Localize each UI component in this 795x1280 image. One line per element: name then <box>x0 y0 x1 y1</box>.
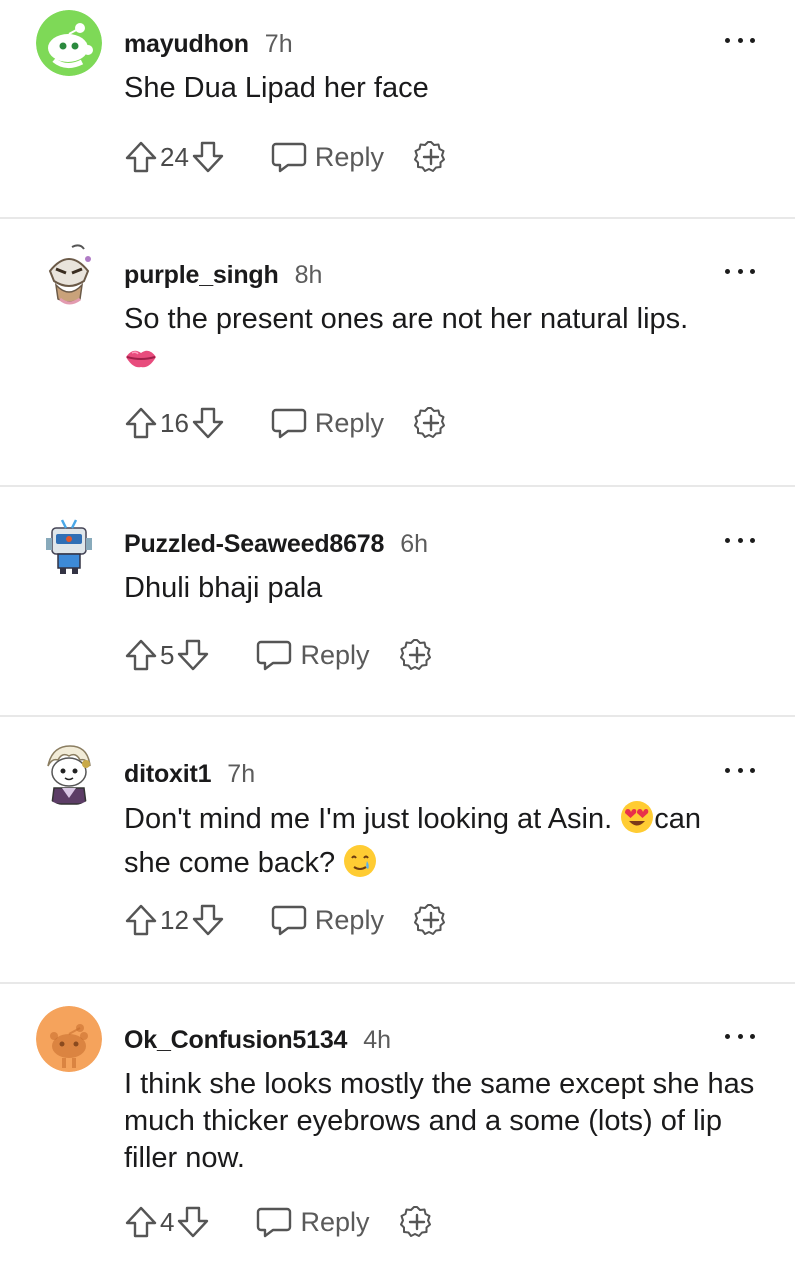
comment-meta: Ok_Confusion5134 4h <box>124 1026 391 1055</box>
more-options-button[interactable] <box>725 1026 755 1046</box>
award-plus-icon[interactable] <box>414 903 448 937</box>
arrow-up-icon[interactable] <box>124 903 158 937</box>
speech-bubble-icon <box>256 638 292 672</box>
more-options-button[interactable] <box>725 261 755 281</box>
avatar[interactable] <box>36 740 102 806</box>
reply-label: Reply <box>314 141 384 172</box>
comment-text: Dhuli bhaji pala <box>124 572 323 604</box>
timestamp: 7h <box>264 30 293 58</box>
award-plus-icon[interactable] <box>400 638 434 672</box>
more-options-button[interactable] <box>725 760 755 780</box>
divider <box>0 982 795 984</box>
vote-score: 16 <box>160 407 189 438</box>
username[interactable]: Ok_Confusion5134 <box>124 1026 347 1055</box>
lips-emoji-icon <box>124 344 158 381</box>
vote-score: 24 <box>160 141 189 172</box>
comment-meta: Puzzled-Seaweed8678 6h <box>124 530 428 559</box>
avatar[interactable] <box>36 241 102 307</box>
speech-bubble-icon <box>256 1205 292 1239</box>
divider <box>0 485 795 487</box>
award-plus-icon[interactable] <box>414 140 448 174</box>
divider <box>0 217 795 219</box>
reply-label: Reply <box>300 639 370 670</box>
comment-meta: purple_singh 8h <box>124 261 322 290</box>
divider <box>0 715 795 717</box>
vote-score: 4 <box>160 1206 175 1237</box>
arrow-up-icon[interactable] <box>124 638 158 672</box>
speech-bubble-icon <box>271 903 307 937</box>
avatar[interactable] <box>36 510 102 576</box>
comment-meta: mayudhon 7h <box>124 30 293 59</box>
comment-card: Ok_Confusion5134 4h I think she looks mo… <box>0 996 795 1280</box>
arrow-down-icon[interactable] <box>191 406 225 440</box>
comment-card: purple_singh 8h So the present ones are … <box>0 231 795 486</box>
reply-button[interactable]: Reply <box>256 1205 370 1239</box>
comment-actions: 12 Reply <box>124 900 448 940</box>
reply-label: Reply <box>314 407 384 438</box>
username[interactable]: purple_singh <box>124 261 279 290</box>
comment-card: Puzzled-Seaweed8678 6h Dhuli bhaji pala … <box>0 500 795 715</box>
award-plus-icon[interactable] <box>414 406 448 440</box>
username[interactable]: mayudhon <box>124 30 249 59</box>
speech-bubble-icon <box>271 406 307 440</box>
more-options-button[interactable] <box>725 30 755 50</box>
more-options-button[interactable] <box>725 530 755 550</box>
timestamp: 4h <box>363 1026 392 1054</box>
comment-text: Don't mind me I'm just looking at Asin. … <box>124 800 755 888</box>
timestamp: 8h <box>294 261 323 289</box>
arrow-up-icon[interactable] <box>124 140 158 174</box>
reply-button[interactable]: Reply <box>271 406 384 440</box>
comment-actions: 4 Reply <box>124 1202 434 1242</box>
arrow-down-icon[interactable] <box>176 1205 210 1239</box>
arrow-up-icon[interactable] <box>124 406 158 440</box>
comment-text: So the present ones are not her natural … <box>124 301 755 381</box>
username[interactable]: Puzzled-Seaweed8678 <box>124 530 384 559</box>
timestamp: 6h <box>400 530 429 558</box>
smiling-tear-emoji-icon <box>343 844 377 888</box>
comment-text: I think she looks mostly the same except… <box>124 1068 755 1174</box>
username[interactable]: ditoxit1 <box>124 760 211 789</box>
comment-actions: 5 Reply <box>124 635 434 675</box>
reply-label: Reply <box>314 904 384 935</box>
avatar[interactable] <box>36 10 102 76</box>
comment-meta: ditoxit1 7h <box>124 760 255 789</box>
speech-bubble-icon <box>271 140 307 174</box>
reply-label: Reply <box>300 1206 370 1237</box>
comment-card: ditoxit1 7h Don't mind me I'm just looki… <box>0 730 795 980</box>
arrow-down-icon[interactable] <box>191 903 225 937</box>
reply-button[interactable]: Reply <box>256 638 370 672</box>
comment-actions: 24 Reply <box>124 137 448 177</box>
reply-button[interactable]: Reply <box>271 140 384 174</box>
comment-card: mayudhon 7h She Dua Lipad her face 24 Re… <box>0 0 795 218</box>
timestamp: 7h <box>227 760 256 788</box>
heart-eyes-emoji-icon <box>620 800 654 844</box>
arrow-up-icon[interactable] <box>124 1205 158 1239</box>
arrow-down-icon[interactable] <box>191 140 225 174</box>
vote-score: 12 <box>160 904 189 935</box>
arrow-down-icon[interactable] <box>176 638 210 672</box>
reply-button[interactable]: Reply <box>271 903 384 937</box>
comment-actions: 16 Reply <box>124 403 448 443</box>
avatar[interactable] <box>36 1006 102 1072</box>
comment-text: She Dua Lipad her face <box>124 72 429 104</box>
comment-text-part: Don't mind me I'm just looking at Asin. <box>124 803 621 835</box>
award-plus-icon[interactable] <box>400 1205 434 1239</box>
comment-text-line: So the present ones are not her natural … <box>124 303 689 335</box>
vote-score: 5 <box>160 639 175 670</box>
